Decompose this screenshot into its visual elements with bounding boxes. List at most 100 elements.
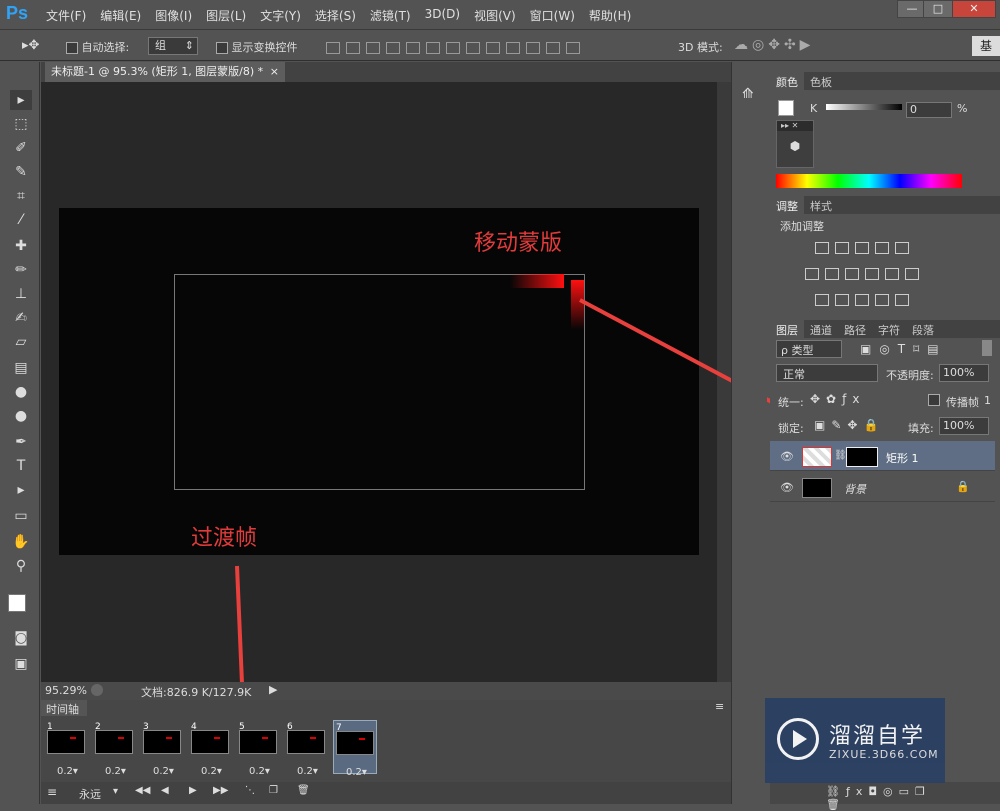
layer-name[interactable]: 背景 (844, 481, 866, 497)
color-lookup-icon[interactable] (905, 267, 919, 280)
invert-icon[interactable] (815, 293, 829, 306)
selective-color-icon[interactable] (875, 293, 889, 306)
duplicate-frame-icon[interactable]: ❐ (269, 785, 278, 796)
layer-row-rect1[interactable]: 👁 ⛓ 矩形 1 (770, 441, 995, 471)
timeline-frame[interactable]: 3 0.2▾ (141, 720, 185, 777)
lock-icon: 🔒 (956, 480, 970, 493)
color-spectrum[interactable] (776, 174, 962, 188)
timeline-frame[interactable]: 1 0.2▾ (45, 720, 89, 777)
brightness-icon[interactable] (815, 241, 829, 254)
timeline-frame-selected[interactable]: 7 0.2▾ (333, 720, 377, 778)
visibility-eye-icon[interactable]: 👁 (780, 481, 794, 494)
frame-duration[interactable]: 0.2▾ (249, 766, 270, 777)
blend-mode-dropdown[interactable]: 正常 (776, 364, 878, 382)
zoom-level[interactable]: 95.29% (45, 684, 87, 697)
loop-dropdown[interactable]: 永远 (79, 786, 101, 802)
panel-menu-icon[interactable]: ≡ (715, 700, 724, 713)
layer-filter-dropdown[interactable]: ρ 类型 (776, 340, 842, 358)
adjustment-icons-row3 (812, 292, 912, 306)
frame-thumbnail (336, 731, 374, 755)
tween-icon[interactable]: ⋱ (245, 785, 255, 796)
levels-icon[interactable] (835, 241, 849, 254)
add-adjustment-label: 添加调整 (780, 220, 824, 233)
tab-adjustments[interactable]: 调整 (770, 196, 804, 216)
k-value-field[interactable]: 0 (906, 102, 952, 118)
color-panel-tabs: 颜色 色板 (770, 72, 1000, 92)
black-white-icon[interactable] (845, 267, 859, 280)
right-panels: 颜色 色板 K 0 % ▸▸ ✕ ⬢ 调整 样式 添加调整 图层 通道 路径 字符 段落 ρ… (770, 62, 1000, 811)
prev-frame-icon[interactable]: ◀ (161, 785, 169, 796)
tab-character[interactable]: 字符 (872, 320, 906, 340)
frame-duration[interactable]: 0.2▾ (105, 766, 126, 777)
timeline-frame[interactable]: 5 0.2▾ (237, 720, 281, 777)
layers-bottom-icons[interactable]: ⛓ƒx◘◎▭❐🗑 (770, 782, 1000, 811)
status-bar: 95.29% 文档:826.9 K/127.9K ▶ (41, 682, 731, 700)
layer-row-background[interactable]: 👁 背景 🔒 (770, 472, 995, 502)
frame-duration[interactable]: 0.2▾ (201, 766, 222, 777)
chain-link-icon[interactable]: ⛓ (834, 450, 847, 461)
frame-thumbnail (143, 730, 181, 754)
delete-frame-icon[interactable]: 🗑 (297, 785, 310, 796)
next-frame-icon[interactable]: ▶▶ (213, 785, 228, 796)
propagate-label: 传播帧 (946, 396, 979, 409)
frame-duration[interactable]: 0.2▾ (297, 766, 318, 777)
frame-thumbnail (287, 730, 325, 754)
timeline-frame[interactable]: 4 0.2▾ (189, 720, 233, 777)
tab-channels[interactable]: 通道 (804, 320, 838, 340)
document-size: 文档:826.9 K/127.9K (141, 686, 252, 699)
frame-duration[interactable]: 0.2▾ (153, 766, 174, 777)
layer-mask-thumbnail[interactable] (846, 447, 878, 467)
timeline-frame[interactable]: 2 0.2▾ (93, 720, 137, 777)
first-frame-icon[interactable]: ◀◀ (135, 785, 150, 796)
tab-paragraph[interactable]: 段落 (906, 320, 940, 340)
hue-saturation-icon[interactable] (805, 267, 819, 280)
collapsed-dock: ⟰ (731, 62, 767, 804)
tab-paths[interactable]: 路径 (838, 320, 872, 340)
filter-toggle[interactable] (982, 340, 992, 356)
propagate-checkbox[interactable] (928, 393, 940, 406)
timeline-frame[interactable]: 6 0.2▾ (285, 720, 329, 777)
layer-filter-icons[interactable]: ▣◎T⌑▤ (860, 342, 947, 356)
curves-icon[interactable] (855, 241, 869, 254)
frame-duration[interactable]: 0.2▾ (346, 767, 367, 778)
3d-cube-icon[interactable]: ⬢ (777, 139, 813, 153)
history-panel-icon[interactable]: ⟰ (742, 86, 754, 102)
fg-color-swatch[interactable] (778, 100, 794, 116)
layer-name[interactable]: 矩形 1 (886, 450, 919, 466)
convert-timeline-icon[interactable]: ≡ (47, 785, 57, 799)
play-icon[interactable]: ▶ (189, 785, 197, 796)
lock-icons[interactable]: ▣✎✥🔒 (814, 418, 884, 432)
color-balance-icon[interactable] (825, 267, 839, 280)
channel-mixer-icon[interactable] (885, 267, 899, 280)
tab-styles[interactable]: 样式 (804, 196, 838, 216)
adjustments-panel-tabs: 调整 样式 (770, 196, 1000, 216)
adjustment-icons-row1 (812, 240, 912, 254)
timeline-panel: 时间轴 ≡ 1 0.2▾ 2 0.2▾ 3 0.2▾ 4 0.2▾ 5 0.2▾ 6 0.2… (41, 700, 731, 804)
tab-swatches[interactable]: 色板 (804, 72, 838, 92)
mini-panel[interactable]: ▸▸ ✕ ⬢ (776, 120, 814, 168)
vibrance-icon[interactable] (895, 241, 909, 254)
loop-dropdown-arrow-icon[interactable]: ▾ (113, 786, 118, 797)
layer-thumbnail (802, 447, 832, 467)
unify-icons[interactable]: ✥✿ƒx (810, 392, 865, 406)
status-info-icon[interactable] (91, 684, 103, 696)
gradient-map-icon[interactable] (895, 293, 909, 306)
opacity-label: 不透明度: (886, 369, 934, 382)
k-unit: % (957, 102, 968, 115)
exposure-icon[interactable] (875, 241, 889, 254)
timeline-tab[interactable]: 时间轴 (41, 700, 87, 716)
visibility-eye-icon[interactable]: 👁 (780, 450, 794, 463)
k-slider[interactable] (826, 104, 902, 110)
channel-label: K (810, 102, 818, 115)
watermark-logo-icon (777, 718, 819, 760)
frame-duration[interactable]: 0.2▾ (57, 766, 78, 777)
posterize-icon[interactable] (835, 293, 849, 306)
tab-layers[interactable]: 图层 (770, 320, 804, 340)
opacity-field[interactable]: 100% (939, 364, 989, 382)
status-menu-arrow-icon[interactable]: ▶ (269, 683, 277, 696)
photo-filter-icon[interactable] (865, 267, 879, 280)
watermark-text-en: ZIXUE.3D66.COM (829, 748, 939, 761)
tab-color[interactable]: 颜色 (770, 72, 804, 92)
fill-field[interactable]: 100% (939, 417, 989, 435)
threshold-icon[interactable] (855, 293, 869, 306)
